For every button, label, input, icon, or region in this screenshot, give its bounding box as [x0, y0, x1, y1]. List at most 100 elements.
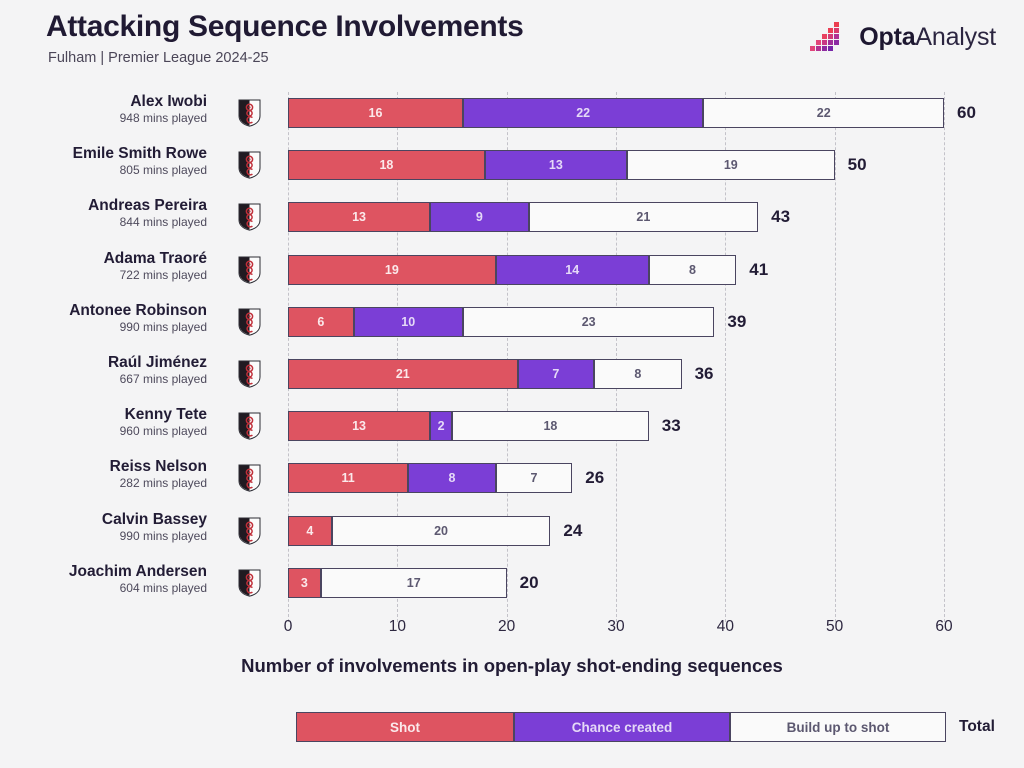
bar-segment-build-up[interactable]: 23 — [462, 306, 715, 337]
bar-segment-chance-created[interactable]: 22 — [462, 98, 704, 128]
table-row: Emile Smith Rowe 805 mins played 18 13 19 50 — [0, 140, 1024, 192]
bar-segment-shot[interactable]: 21 — [288, 359, 518, 389]
player-name: Alex Iwobi — [130, 93, 207, 110]
team-crest — [238, 99, 261, 127]
player-minutes: 722 mins played — [119, 267, 207, 282]
bar-segment-shot[interactable]: 4 — [288, 515, 332, 546]
bar-segment-shot[interactable]: 18 — [288, 150, 485, 181]
stacked-bar: 3 17 — [288, 567, 507, 598]
x-axis-tick: 30 — [607, 618, 625, 635]
bar-segment-shot[interactable]: 6 — [288, 306, 354, 337]
row-total: 41 — [749, 259, 769, 279]
team-crest — [238, 569, 261, 597]
team-crest — [238, 412, 261, 440]
bar-segment-build-up[interactable]: 22 — [703, 98, 944, 128]
legend-item-build-up-to-shot[interactable]: Build up to shot — [730, 712, 946, 742]
bar-segment-chance-created[interactable]: 14 — [495, 254, 649, 285]
bar-segment-chance-created[interactable]: 13 — [484, 150, 627, 181]
bar-segment-build-up[interactable]: 8 — [594, 359, 682, 389]
logo-wordmark: OptaAnalyst — [859, 22, 996, 51]
player-name: Adama Traoré — [103, 249, 207, 267]
bar-segment-shot[interactable]: 19 — [288, 254, 496, 285]
legend-item-chance-created[interactable]: Chance created — [514, 712, 730, 742]
player-name: Andreas Pereira — [88, 197, 207, 215]
bar-segment-shot[interactable]: 16 — [288, 98, 463, 128]
legend-item-shot[interactable]: Shot — [296, 712, 514, 742]
player-name: Raúl Jiménez — [107, 354, 207, 371]
player-name: Calvin Bassey — [101, 510, 207, 528]
row-total: 33 — [661, 416, 681, 436]
team-crest — [238, 360, 261, 388]
stacked-bar: 21 7 8 — [288, 359, 682, 389]
player-name: Antonee Robinson — [69, 301, 207, 319]
player-minutes: 805 mins played — [119, 163, 207, 178]
row-total: 60 — [957, 103, 976, 122]
player-minutes: 604 mins played — [119, 580, 207, 595]
x-axis-tick: 0 — [283, 618, 293, 635]
x-axis-title: Number of involvements in open-play shot… — [241, 655, 783, 676]
player-name: Joachim Andersen — [68, 562, 207, 580]
bar-segment-shot[interactable]: 3 — [288, 567, 321, 598]
fulham-crest-icon — [238, 360, 261, 388]
bar-segment-shot[interactable]: 11 — [288, 463, 409, 494]
row-total: 26 — [585, 468, 605, 488]
bar-segment-build-up[interactable]: 17 — [320, 567, 507, 598]
row-label: Calvin Bassey 990 mins played — [0, 506, 207, 558]
stacked-bar: 13 9 21 — [288, 202, 759, 233]
bar-segment-build-up[interactable]: 19 — [626, 150, 835, 181]
chart-plot-area: Alex Iwobi 948 mins played 16 22 22 60 Emile S… — [0, 88, 1024, 633]
row-label: Reiss Nelson 282 mins played — [0, 453, 207, 505]
logo-text-opta: Opta — [859, 22, 916, 51]
player-minutes: 667 mins played — [119, 372, 207, 386]
team-crest — [238, 308, 261, 336]
player-name: Emile Smith Rowe — [72, 145, 207, 163]
bar-segment-build-up[interactable]: 8 — [648, 254, 737, 285]
page-subtitle: Fulham | Premier League 2024-25 — [48, 50, 269, 66]
row-total: 20 — [519, 572, 539, 592]
fulham-crest-icon — [238, 256, 261, 284]
player-minutes: 282 mins played — [119, 476, 207, 491]
page-title: Attacking Sequence Involvements — [46, 10, 524, 43]
player-minutes: 990 mins played — [119, 319, 207, 334]
player-minutes: 990 mins played — [119, 528, 207, 543]
table-row: Calvin Bassey 990 mins played 4 20 24 — [0, 506, 1024, 558]
stacked-bar: 18 13 19 — [288, 150, 835, 181]
bar-segment-chance-created[interactable]: 7 — [517, 359, 595, 389]
bar-segment-chance-created[interactable]: 9 — [430, 202, 529, 233]
row-label: Andreas Pereira 844 mins played — [0, 192, 207, 244]
table-row: Reiss Nelson 282 mins played 11 8 7 26 — [0, 453, 1024, 505]
bar-segment-build-up[interactable]: 18 — [452, 411, 649, 442]
bar-segment-shot[interactable]: 13 — [288, 202, 431, 233]
table-row: Alex Iwobi 948 mins played 16 22 22 60 — [0, 88, 1024, 140]
bar-segment-build-up[interactable]: 7 — [495, 463, 573, 494]
fulham-crest-icon — [238, 517, 261, 545]
x-axis-tick: 40 — [716, 618, 734, 635]
team-crest — [238, 256, 261, 284]
x-axis-tick: 60 — [935, 618, 953, 635]
chart-header: Attacking Sequence Involvements Fulham |… — [0, 0, 1024, 88]
table-row: Andreas Pereira 844 mins played 13 9 21 43 — [0, 192, 1024, 244]
bar-segment-build-up[interactable]: 20 — [331, 515, 551, 546]
x-axis-tick: 50 — [826, 618, 844, 635]
player-minutes: 960 mins played — [119, 424, 207, 439]
x-axis-tick: 20 — [498, 618, 516, 635]
player-minutes: 844 mins played — [119, 215, 207, 230]
fulham-crest-icon — [238, 99, 261, 127]
player-name: Reiss Nelson — [109, 458, 207, 476]
fulham-crest-icon — [238, 412, 261, 440]
bar-segment-chance-created[interactable]: 10 — [353, 306, 463, 337]
row-label: Emile Smith Rowe 805 mins played — [0, 140, 207, 192]
player-minutes: 948 mins played — [119, 111, 207, 125]
fulham-crest-icon — [238, 151, 261, 179]
bar-segment-build-up[interactable]: 21 — [528, 202, 759, 233]
row-label: Alex Iwobi 948 mins played — [0, 88, 207, 140]
chart-legend: Shot Chance created Build up to shot Tot… — [296, 712, 995, 742]
player-name: Kenny Tete — [124, 406, 207, 424]
fulham-crest-icon — [238, 203, 261, 232]
bar-segment-chance-created[interactable]: 8 — [408, 463, 496, 494]
bar-segment-chance-created[interactable]: 2 — [430, 411, 452, 442]
stacked-bar: 6 10 23 — [288, 306, 715, 337]
bar-segment-shot[interactable]: 13 — [288, 411, 431, 442]
team-crest — [238, 151, 261, 179]
x-axis-tick: 10 — [388, 618, 406, 635]
